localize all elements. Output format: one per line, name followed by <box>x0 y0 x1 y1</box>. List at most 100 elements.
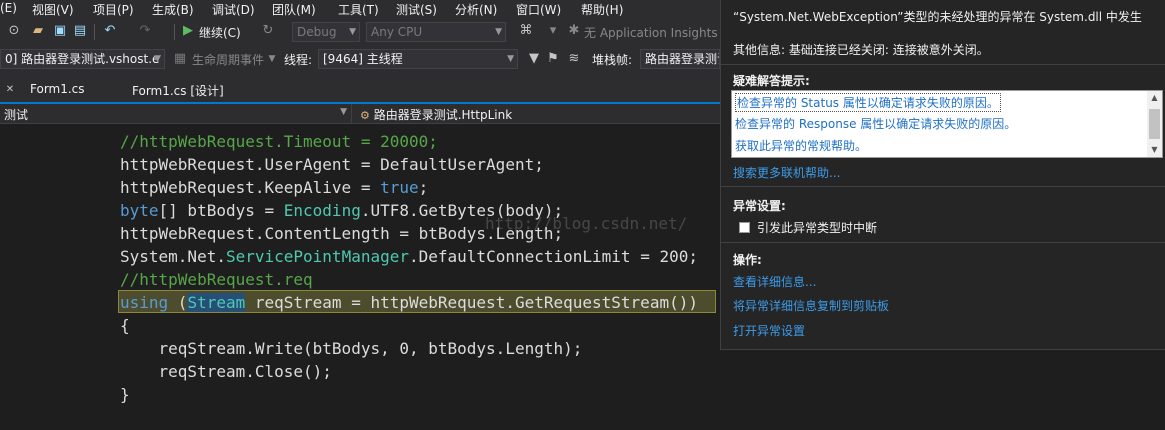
code-line: //httpWebRequest.req <box>120 268 313 291</box>
platform-select[interactable]: Any CPU ▼ <box>366 22 506 42</box>
navigation-bar: 测试 ▼ ⚙ 路由器登录测试.HttpLink <box>0 104 720 124</box>
code-keyword: true <box>380 178 419 197</box>
attach-icon[interactable]: ⌘ <box>518 23 534 39</box>
code-keyword: using <box>120 293 169 312</box>
stackframe-label: 堆栈帧: <box>592 53 633 67</box>
code-text: httpWebRequest.UserAgent = DefaultUserAg… <box>120 155 544 174</box>
configuration-select[interactable]: Debug ▼ <box>292 22 360 42</box>
view-details-link[interactable]: 查看详细信息... <box>733 273 816 290</box>
save-icon[interactable]: ▣ <box>52 23 68 39</box>
code-line: httpWebRequest.UserAgent = DefaultUserAg… <box>120 153 544 176</box>
code-keyword: byte <box>120 201 159 220</box>
lifecycle-icon: ▦ <box>173 51 187 66</box>
menu-project[interactable]: 项目(P) <box>93 1 134 18</box>
type-select[interactable]: 测试 ▼ <box>0 104 352 123</box>
settings-heading: 异常设置: <box>733 199 786 213</box>
code-type: ServicePointManager <box>225 247 409 266</box>
code-line: } <box>120 383 130 406</box>
code-comment: //httpWebRequest.req <box>120 270 313 289</box>
tip-link-status[interactable]: 检查异常的 Status 属性以确定请求失败的原因。 <box>735 93 1001 112</box>
redo-icon[interactable]: ↷ <box>137 23 153 39</box>
code-text: httpWebRequest.KeepAlive = <box>120 178 381 197</box>
process-select[interactable]: 0] 路由器登录测试.vshost.e ▼ <box>0 49 165 69</box>
threads-icon[interactable]: ≋ <box>566 51 582 67</box>
thread-label: 线程: <box>284 53 313 67</box>
code-text: } <box>120 385 130 404</box>
tips-heading: 疑难解答提示: <box>733 74 810 88</box>
flag-icon[interactable]: ⚑ <box>545 51 561 67</box>
refresh-icon[interactable]: ↻ <box>260 23 276 39</box>
break-on-exception-label[interactable]: 引发此异常类型时中断 <box>757 219 877 236</box>
save-all-icon[interactable]: ▤ <box>72 23 88 39</box>
chevron-down-icon: ▼ <box>507 54 514 64</box>
insights-icon[interactable]: ✱ <box>566 23 582 39</box>
chevron-down-icon: ▼ <box>495 27 502 37</box>
search-online-help-link[interactable]: 搜索更多联机帮助... <box>733 164 840 181</box>
dropdown-icon[interactable]: ▾ <box>545 23 561 39</box>
chevron-down-icon[interactable]: ▼ <box>264 51 280 67</box>
menu-team[interactable]: 团队(M) <box>272 1 316 18</box>
chevron-down-icon: ▼ <box>340 107 347 117</box>
tips-scrollbar[interactable]: ▲ ▼ <box>1147 91 1162 157</box>
menu-help[interactable]: 帮助(H) <box>581 1 623 18</box>
code-text: ; <box>418 178 429 197</box>
open-exception-settings-link[interactable]: 打开异常设置 <box>733 322 805 339</box>
code-comment: //httpWebRequest.Timeout = 20000; <box>120 132 438 151</box>
filter-icon[interactable]: ▼ <box>526 51 542 67</box>
chevron-down-icon: ▼ <box>349 27 356 37</box>
actions-heading: 操作: <box>733 253 762 267</box>
code-text: System.Net. <box>120 247 226 266</box>
menu-build[interactable]: 生成(B) <box>152 1 194 18</box>
code-text: [] btBodys = <box>158 201 284 220</box>
menu-window[interactable]: 窗口(W) <box>516 1 561 18</box>
scrollbar-thumb[interactable] <box>1149 109 1160 139</box>
divider <box>721 186 1165 187</box>
menu-analyze[interactable]: 分析(N) <box>455 1 497 18</box>
member-select[interactable]: ⚙ 路由器登录测试.HttpLink <box>356 104 720 123</box>
code-text: reqStream.Close(); <box>120 362 332 381</box>
configuration-value: Debug <box>297 25 337 39</box>
break-on-exception-checkbox[interactable] <box>739 222 750 233</box>
toolbar-separator <box>174 24 175 40</box>
tab-form1-design[interactable]: Form1.cs [设计] <box>132 82 224 99</box>
type-value: 测试 <box>4 108 29 122</box>
thread-value: [9464] 主线程 <box>323 52 403 66</box>
code-text: ( <box>168 293 188 312</box>
menu-edit[interactable]: (E) <box>0 1 17 15</box>
tip-link-general-help[interactable]: 获取此异常的常规帮助。 <box>735 137 867 154</box>
menu-debug[interactable]: 调试(D) <box>212 1 255 18</box>
lifecycle-events-button[interactable]: 生命周期事件 <box>192 51 264 68</box>
back-icon[interactable]: ⊙ <box>6 23 22 39</box>
stackframe-select[interactable]: 路由器登录测试 <box>640 49 720 69</box>
scroll-up-icon[interactable]: ▲ <box>1147 91 1162 105</box>
code-line: reqStream.Write(btBodys, 0, btBodys.Leng… <box>120 337 583 360</box>
code-line: System.Net.ServicePointManager.DefaultCo… <box>120 245 698 268</box>
copy-details-link[interactable]: 将异常详细信息复制到剪贴板 <box>733 297 889 314</box>
thread-select[interactable]: [9464] 主线程 ▼ <box>318 49 518 69</box>
menu-tools[interactable]: 工具(T) <box>338 1 379 18</box>
code-line: reqStream.Close(); <box>120 360 332 383</box>
exception-title: “System.Net.WebException”类型的未经处理的异常在 Sys… <box>733 10 1142 24</box>
divider <box>721 242 1165 243</box>
continue-button[interactable]: 继续(C) <box>199 24 241 41</box>
menu-test[interactable]: 测试(S) <box>396 1 437 18</box>
platform-value: Any CPU <box>371 25 423 39</box>
code-text: { <box>120 316 130 335</box>
code-editor[interactable]: //httpWebRequest.Timeout = 20000; httpWe… <box>0 124 720 430</box>
code-line-current: using (Stream reqStream = httpWebRequest… <box>120 291 698 314</box>
close-icon[interactable]: ✕ <box>2 82 18 98</box>
open-folder-icon[interactable]: ▰ <box>30 23 46 39</box>
exception-helper-popup: “System.Net.WebException”类型的未经处理的异常在 Sys… <box>720 0 1165 350</box>
code-text: reqStream.Write(btBodys, 0, btBodys.Leng… <box>120 339 583 358</box>
tip-link-response[interactable]: 检查异常的 Response 属性以确定请求失败的原因。 <box>735 115 1016 132</box>
watermark: http://blog.csdn.net/ <box>485 214 688 233</box>
menu-view[interactable]: 视图(V) <box>32 1 74 18</box>
divider <box>721 64 1165 65</box>
play-icon[interactable]: ▶ <box>180 23 196 39</box>
tab-form1-cs[interactable]: Form1.cs <box>30 82 85 96</box>
undo-icon[interactable]: ↶ <box>102 23 118 39</box>
member-value: 路由器登录测试.HttpLink <box>373 108 513 122</box>
scroll-down-icon[interactable]: ▼ <box>1147 143 1162 157</box>
stackframe-value: 路由器登录测试 <box>645 52 719 66</box>
insights-label[interactable]: 无 Application Insights <box>584 24 718 41</box>
